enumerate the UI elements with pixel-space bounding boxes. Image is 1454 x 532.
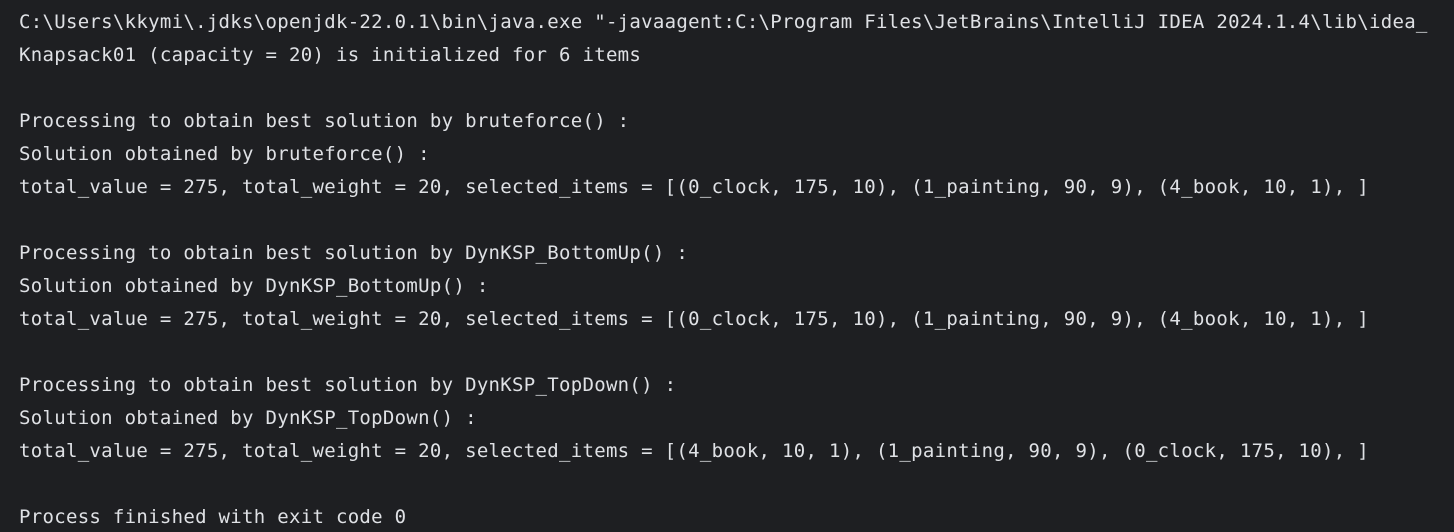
console-line-bottomup-processing: Processing to obtain best solution by Dy… — [19, 242, 689, 264]
console-line-bottomup-solution: Solution obtained by DynKSP_BottomUp() : — [19, 275, 489, 297]
console-line-bruteforce-processing: Processing to obtain best solution by br… — [19, 110, 630, 132]
console-line-topdown-solution: Solution obtained by DynKSP_TopDown() : — [19, 407, 477, 429]
console-lines: C:\Users\kkymi\.jdks\openjdk-22.0.1\bin\… — [19, 6, 1428, 532]
console-line-bruteforce-solution: Solution obtained by bruteforce() : — [19, 143, 430, 165]
console-line-bottomup-result: total_value = 275, total_weight = 20, se… — [19, 308, 1369, 330]
console-line-command: C:\Users\kkymi\.jdks\openjdk-22.0.1\bin\… — [19, 11, 1428, 33]
console-line-topdown-processing: Processing to obtain best solution by Dy… — [19, 374, 677, 396]
console-line-init: Knapsack01 (capacity = 20) is initialize… — [19, 44, 642, 66]
console-line-bruteforce-result: total_value = 275, total_weight = 20, se… — [19, 176, 1369, 198]
console-line-exit-status: Process finished with exit code 0 — [19, 506, 407, 528]
run-console-output[interactable]: C:\Users\kkymi\.jdks\openjdk-22.0.1\bin\… — [0, 0, 1454, 532]
console-line-topdown-result: total_value = 275, total_weight = 20, se… — [19, 440, 1369, 462]
